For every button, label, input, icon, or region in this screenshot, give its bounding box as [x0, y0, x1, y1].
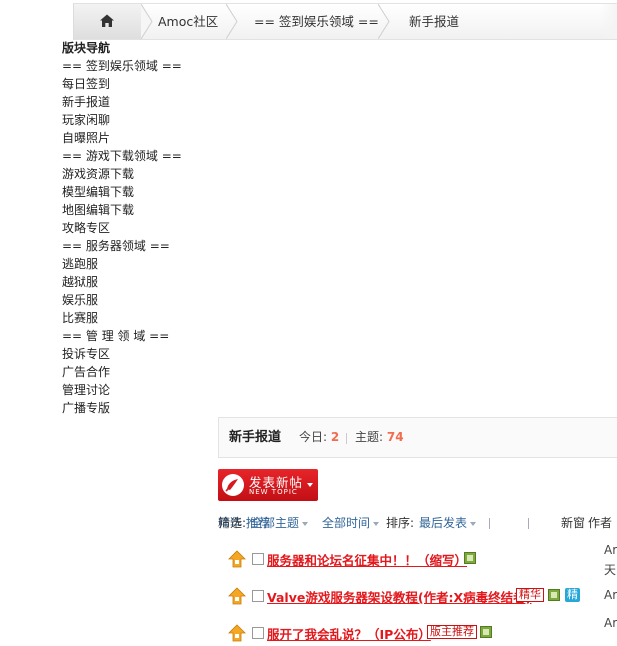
- thread-title[interactable]: 服务器和论坛名征集中！！（缩写）: [267, 550, 467, 569]
- chevron-down-icon: [470, 521, 477, 526]
- sort-value: 最后发表: [419, 516, 468, 530]
- today-label: 今日:: [299, 430, 328, 444]
- thread-title[interactable]: 服开了我会乱说？（IP公布）: [267, 624, 431, 643]
- filter-bar: 筛选: 全部主题 全部时间 排序: 最后发表 精华 推荐 新窗 作者: [218, 513, 617, 533]
- nav-item[interactable]: == 管 理 领 域 ==: [62, 327, 212, 345]
- thread-checkbox[interactable]: [252, 627, 264, 639]
- stat-divider: [346, 433, 347, 444]
- chevron-down-icon: [302, 521, 309, 526]
- filter-all-topics-label: 全部主题: [251, 516, 300, 530]
- nav-item[interactable]: 广告合作: [62, 363, 212, 381]
- nav-item[interactable]: 新手报道: [62, 93, 212, 111]
- sort-select[interactable]: 最后发表: [419, 513, 477, 533]
- thread-author[interactable]: Ar: [604, 616, 617, 630]
- forum-navigation: 版块导航 == 签到娱乐领域 == 每日签到 新手报道 玩家闲聊 自曝照片 == 游戏下载…: [62, 39, 212, 417]
- nav-item[interactable]: 玩家闲聊: [62, 111, 212, 129]
- nav-item[interactable]: 娱乐服: [62, 291, 212, 309]
- thread-row: 服开了我会乱说？（IP公布） 版主推荐: [228, 620, 617, 646]
- breadcrumb-fade: [600, 4, 617, 39]
- today-stat: 今日: 2: [299, 418, 339, 457]
- thread-checkbox[interactable]: [252, 590, 264, 602]
- forum-name: 新手报道: [229, 430, 282, 445]
- digest-badge: 精: [565, 588, 580, 602]
- breadcrumb-item-category[interactable]: == 签到娱乐领域 ==: [254, 4, 379, 39]
- home-icon: [100, 14, 114, 27]
- today-count: 2: [330, 430, 340, 444]
- nav-item[interactable]: 自曝照片: [62, 129, 212, 147]
- breadcrumb: Amoc社区 == 签到娱乐领域 == 新手报道: [73, 3, 617, 40]
- chevron-down-icon: [373, 521, 380, 526]
- filter-all-topics[interactable]: 全部主题: [251, 513, 309, 533]
- thread-title[interactable]: Valve游戏服务器架设教程(作者:X病毒终结者): [267, 587, 531, 606]
- filter-divider: [489, 518, 490, 529]
- topics-count: 74: [386, 430, 404, 444]
- nav-item[interactable]: 每日签到: [62, 75, 212, 93]
- nav-item[interactable]: 比赛服: [62, 309, 212, 327]
- digest-tag: 精华: [516, 588, 544, 602]
- forum-header: 新手报道 今日: 2 主题: 74: [218, 417, 617, 458]
- pen-icon: [222, 474, 244, 496]
- filter-divider: [528, 518, 529, 529]
- nav-item[interactable]: 游戏资源下载: [62, 165, 212, 183]
- filter-all-time-label: 全部时间: [322, 516, 371, 530]
- image-attachment-icon: [464, 552, 476, 564]
- breadcrumb-item-forum[interactable]: 新手报道: [409, 4, 459, 39]
- nav-item[interactable]: 模型编辑下载: [62, 183, 212, 201]
- breadcrumb-separator-icon: [226, 4, 238, 39]
- new-topic-button[interactable]: 发表新帖 NEW TOPIC: [218, 469, 318, 501]
- recommend-tag: 版主推荐: [427, 625, 477, 639]
- topics-stat: 主题: 74: [355, 418, 404, 457]
- thread-up-icon: [228, 587, 246, 605]
- filter-label: 筛选:: [218, 516, 247, 530]
- breadcrumb-separator-icon: [141, 4, 153, 39]
- nav-item[interactable]: 管理讨论: [62, 381, 212, 399]
- nav-item[interactable]: 广播专版: [62, 399, 212, 417]
- thread-author-extra: 天: [604, 563, 617, 577]
- nav-item[interactable]: == 签到娱乐领域 ==: [62, 57, 212, 75]
- forum-navigation-list: == 签到娱乐领域 == 每日签到 新手报道 玩家闲聊 自曝照片 == 游戏下载领域 ==…: [62, 57, 212, 417]
- filter-all-time[interactable]: 全部时间: [322, 513, 380, 533]
- thread-up-icon: [228, 624, 246, 642]
- thread-author[interactable]: Ar: [604, 543, 617, 557]
- home-button[interactable]: [74, 4, 141, 39]
- thread-row: 服务器和论坛名征集中！！（缩写）: [228, 546, 617, 572]
- thread-checkbox[interactable]: [252, 553, 264, 565]
- author-column-header: 作者: [588, 516, 613, 530]
- nav-item[interactable]: 逃跑服: [62, 255, 212, 273]
- image-attachment-icon: [480, 626, 492, 638]
- nav-item[interactable]: 越狱服: [62, 273, 212, 291]
- thread-author[interactable]: Ar: [604, 588, 617, 602]
- nav-item[interactable]: == 服务器领域 ==: [62, 237, 212, 255]
- forum-navigation-title: 版块导航: [62, 41, 111, 55]
- image-attachment-icon: [548, 589, 560, 601]
- nav-item[interactable]: 攻略专区: [62, 219, 212, 237]
- nav-item[interactable]: == 游戏下载领域 ==: [62, 147, 212, 165]
- new-topic-sublabel: NEW TOPIC: [249, 488, 298, 496]
- new-window-toggle[interactable]: 新窗: [561, 513, 585, 533]
- breadcrumb-separator-icon: [378, 4, 390, 39]
- breadcrumb-item-community[interactable]: Amoc社区: [158, 4, 218, 39]
- nav-item[interactable]: 投诉专区: [62, 345, 212, 363]
- chevron-down-icon: [307, 483, 313, 487]
- nav-item[interactable]: 地图编辑下载: [62, 201, 212, 219]
- thread-row: Valve游戏服务器架设教程(作者:X病毒终结者) 精华 精: [228, 583, 617, 609]
- thread-up-icon: [228, 550, 246, 568]
- topics-label: 主题:: [355, 430, 384, 444]
- sort-label: 排序:: [386, 516, 415, 530]
